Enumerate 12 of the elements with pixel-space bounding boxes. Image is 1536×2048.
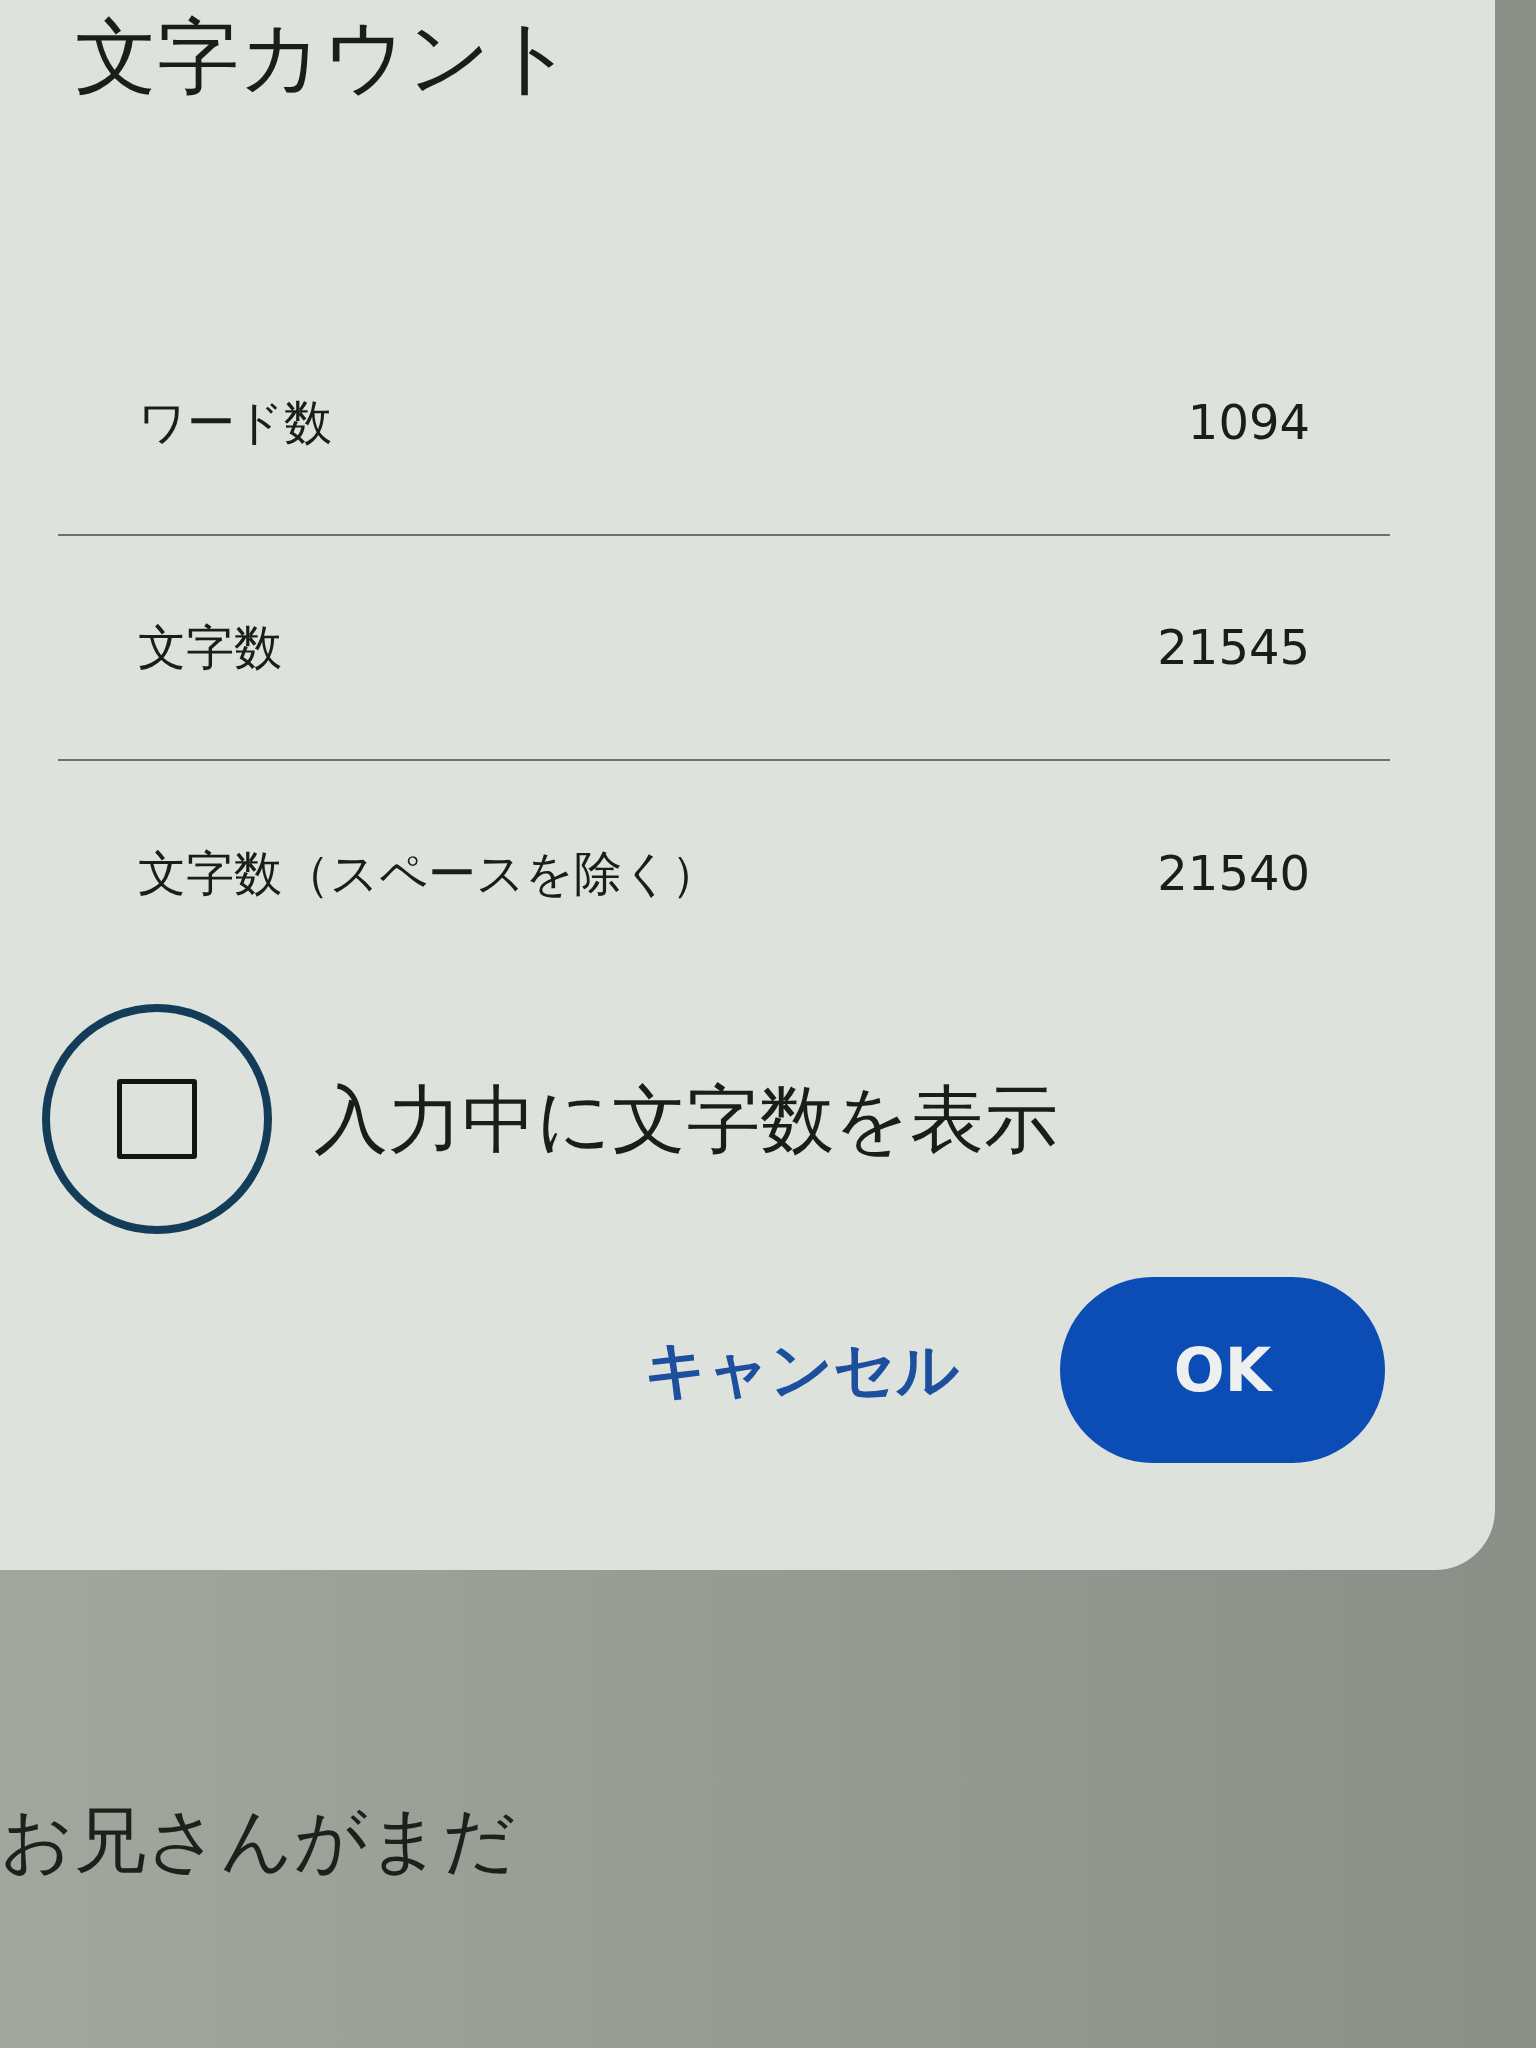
stat-value: 1094 [1187, 394, 1310, 452]
dialog-title: 文字カウント [75, 8, 575, 106]
document-text: お兄さんがまだ [0, 1797, 516, 1884]
checkbox-label: 入力中に文字数を表示 [314, 1075, 1058, 1164]
stat-value: 21545 [1157, 619, 1310, 677]
stat-label: ワード数 [138, 394, 332, 452]
stat-value: 21540 [1157, 845, 1310, 903]
cancel-button[interactable]: キャンセル [638, 1333, 965, 1408]
ok-button[interactable]: OK [1060, 1277, 1385, 1464]
stat-label: 文字数 [138, 619, 282, 677]
stat-label: 文字数（スペースを除く） [138, 845, 719, 903]
checkbox[interactable] [117, 1079, 197, 1160]
